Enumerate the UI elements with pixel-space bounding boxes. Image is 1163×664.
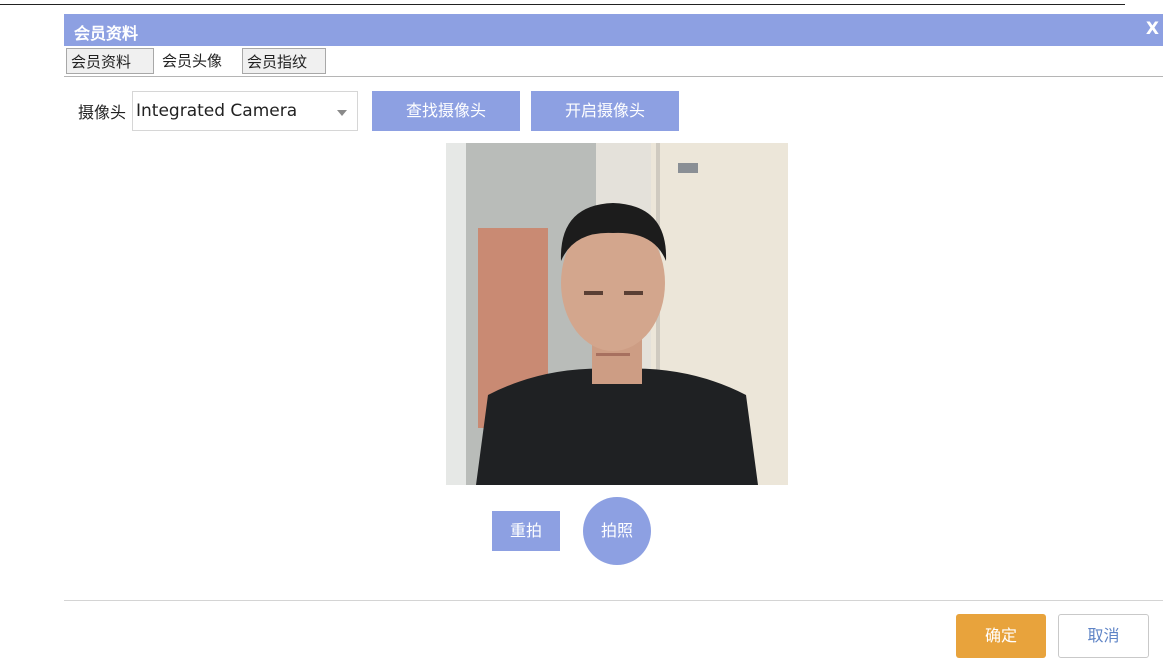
- tab-member-info[interactable]: 会员资料: [66, 48, 154, 74]
- tab-member-fingerprint[interactable]: 会员指纹: [242, 48, 326, 74]
- open-camera-button[interactable]: 开启摄像头: [531, 91, 679, 131]
- find-camera-button[interactable]: 查找摄像头: [372, 91, 520, 131]
- tab-member-avatar[interactable]: 会员头像: [158, 48, 238, 74]
- camera-preview: [446, 143, 788, 485]
- top-divider: [0, 4, 1125, 5]
- chevron-down-icon: [337, 110, 347, 116]
- dialog-titlebar: 会员资料 X: [64, 14, 1163, 46]
- retake-button[interactable]: 重拍: [492, 511, 560, 551]
- take-photo-button[interactable]: 拍照: [583, 497, 651, 565]
- confirm-button[interactable]: 确定: [956, 614, 1046, 658]
- footer-divider: [64, 600, 1163, 601]
- cancel-button[interactable]: 取消: [1058, 614, 1149, 658]
- camera-label: 摄像头: [78, 103, 127, 122]
- camera-select[interactable]: Integrated Camera: [132, 91, 358, 131]
- camera-preview-image: [446, 143, 788, 485]
- camera-select-value: Integrated Camera: [136, 101, 298, 121]
- dialog-title: 会员资料: [74, 24, 139, 43]
- close-icon[interactable]: X: [1146, 18, 1159, 40]
- tab-bar: 会员资料 会员头像 会员指纹: [64, 46, 1163, 77]
